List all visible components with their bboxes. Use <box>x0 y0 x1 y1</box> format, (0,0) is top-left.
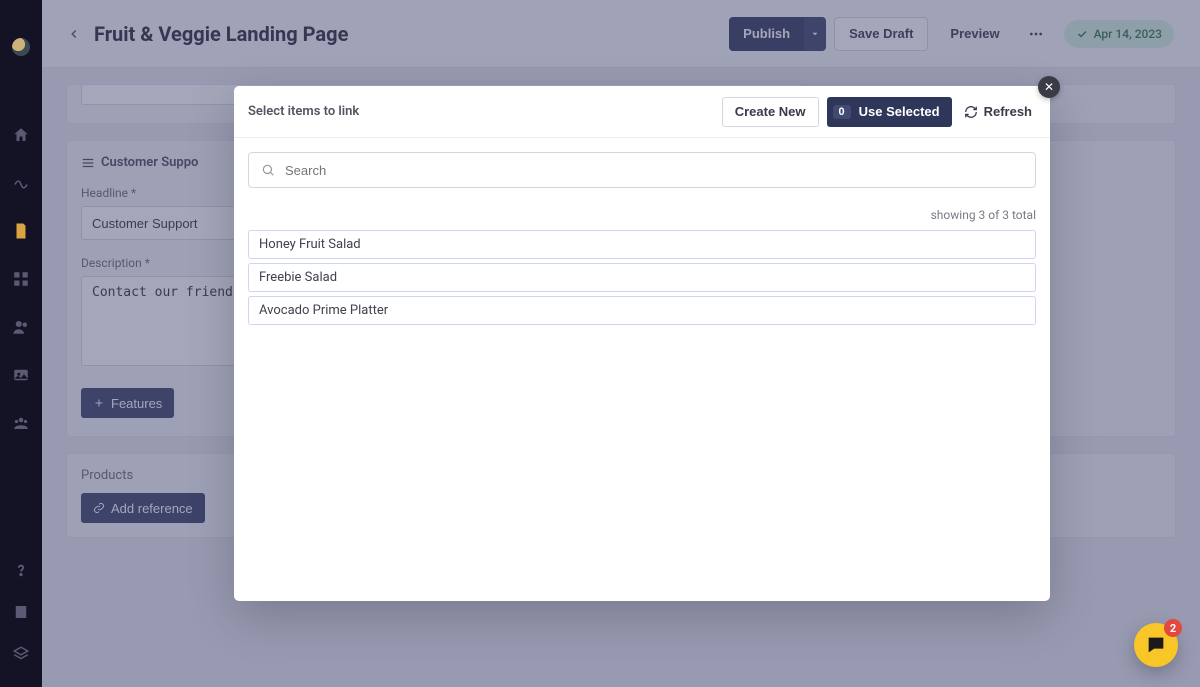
team-icon[interactable] <box>12 414 30 432</box>
main-area: Fruit & Veggie Landing Page Publish Save… <box>42 0 1200 687</box>
notification-badge: 2 <box>1164 619 1182 637</box>
search-input[interactable] <box>285 163 1023 178</box>
docs-icon[interactable] <box>12 603 30 621</box>
media-icon[interactable] <box>12 366 30 384</box>
modal-header: Select items to link Create New 0 Use Se… <box>234 86 1050 138</box>
app-logo[interactable] <box>12 38 30 56</box>
result-item[interactable]: Freebie Salad <box>248 263 1036 292</box>
left-sidebar <box>0 0 42 687</box>
users-icon[interactable] <box>12 318 30 336</box>
link-items-modal: ✕ Select items to link Create New 0 Use … <box>234 86 1050 601</box>
use-selected-button[interactable]: 0 Use Selected <box>827 97 952 127</box>
modal-title: Select items to link <box>248 104 359 119</box>
create-new-button[interactable]: Create New <box>722 97 819 127</box>
modal-body: showing 3 of 3 total Honey Fruit Salad F… <box>234 138 1050 601</box>
close-icon[interactable]: ✕ <box>1038 76 1060 98</box>
layers-icon[interactable] <box>12 645 30 663</box>
grid-icon[interactable] <box>12 270 30 288</box>
activity-icon[interactable] <box>12 174 30 192</box>
use-selected-label: Use Selected <box>859 104 940 119</box>
pages-icon[interactable] <box>12 222 30 240</box>
help-icon[interactable] <box>12 561 30 579</box>
result-item[interactable]: Avocado Prime Platter <box>248 296 1036 325</box>
result-count: showing 3 of 3 total <box>248 208 1036 222</box>
home-icon[interactable] <box>12 126 30 144</box>
chat-bubble[interactable]: 2 <box>1134 623 1178 667</box>
refresh-label: Refresh <box>984 104 1032 119</box>
refresh-button[interactable]: Refresh <box>960 97 1036 127</box>
search-field[interactable] <box>248 152 1036 188</box>
selected-count: 0 <box>833 105 851 119</box>
result-item[interactable]: Honey Fruit Salad <box>248 230 1036 259</box>
